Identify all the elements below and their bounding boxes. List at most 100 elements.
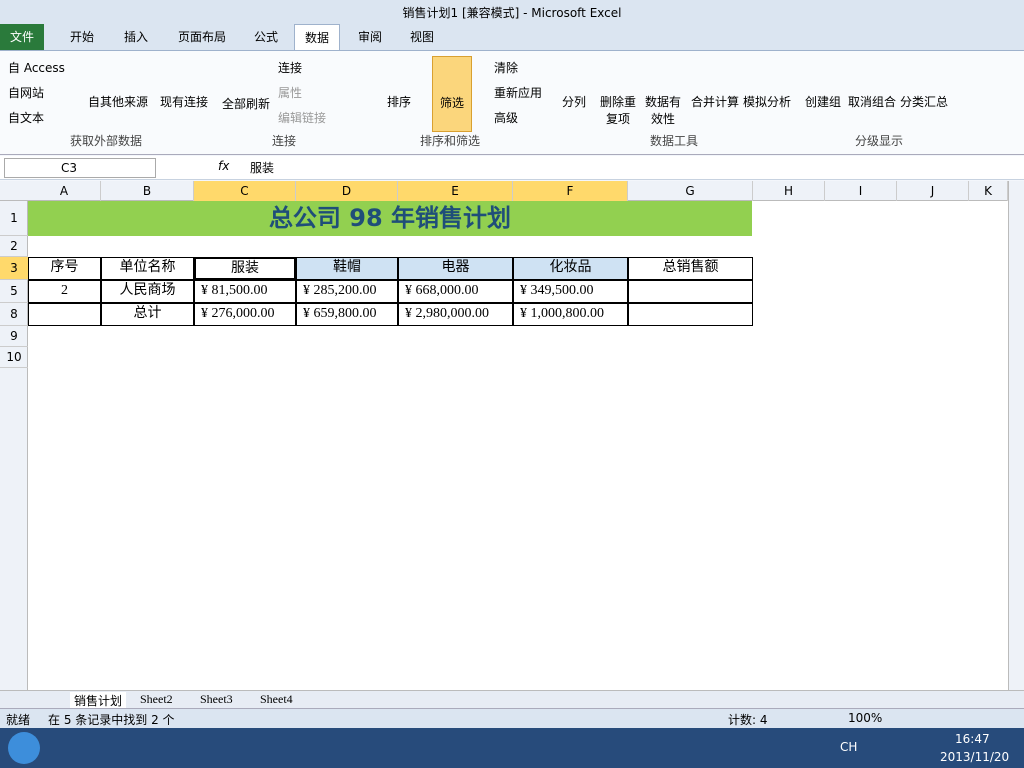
- row-headers: 1 2 3 5 8 9 10: [0, 201, 28, 690]
- clock-date[interactable]: 2013/11/20: [940, 750, 1009, 764]
- row-header[interactable]: 1: [0, 201, 28, 236]
- column-header[interactable]: I: [825, 181, 897, 201]
- data-cell[interactable]: ¥ 668,000.00: [398, 280, 513, 303]
- status-count: 计数: 4: [728, 713, 768, 727]
- tab-home[interactable]: 开始: [60, 24, 104, 50]
- data-cell[interactable]: [28, 303, 101, 326]
- formula-input[interactable]: 服装: [250, 159, 274, 176]
- data-validation-button[interactable]: 数据有效性: [641, 93, 685, 127]
- data-cell[interactable]: 总计: [101, 303, 194, 326]
- data-cell[interactable]: ¥ 81,500.00: [194, 280, 296, 303]
- connections-button[interactable]: 连接: [278, 59, 302, 76]
- row-header[interactable]: 5: [0, 280, 28, 303]
- ungroup-button[interactable]: 取消组合: [848, 93, 896, 110]
- start-button[interactable]: [8, 732, 40, 764]
- from-web-button[interactable]: 自网站: [8, 84, 44, 101]
- reapply-button[interactable]: 重新应用: [494, 84, 542, 101]
- header-cell[interactable]: 单位名称: [101, 257, 194, 280]
- tab-page-layout[interactable]: 页面布局: [168, 24, 236, 50]
- row-header[interactable]: 10: [0, 347, 28, 368]
- tab-view[interactable]: 视图: [400, 24, 444, 50]
- other-sources-button[interactable]: 自其他来源: [88, 93, 148, 110]
- zoom-level[interactable]: 100%: [848, 711, 882, 725]
- group-outline: 分级显示: [855, 134, 904, 148]
- group-data-tools: 数据工具: [650, 134, 699, 148]
- header-cell[interactable]: 鞋帽: [296, 257, 398, 280]
- data-cell[interactable]: ¥ 276,000.00: [194, 303, 296, 326]
- tab-data[interactable]: 数据: [294, 24, 341, 50]
- tab-formulas[interactable]: 公式: [244, 24, 288, 50]
- data-cell[interactable]: 人民商场: [101, 280, 194, 303]
- column-header[interactable]: J: [897, 181, 969, 201]
- advanced-button[interactable]: 高级: [494, 109, 518, 126]
- status-ready: 就绪: [6, 713, 31, 727]
- sheet-tab[interactable]: Sheet3: [200, 692, 233, 707]
- column-header[interactable]: H: [753, 181, 825, 201]
- row-header[interactable]: 3: [0, 257, 28, 280]
- subtotal-button[interactable]: 分类汇总: [900, 93, 948, 110]
- data-cell[interactable]: ¥ 659,800.00: [296, 303, 398, 326]
- taskbar: CH 16:47 2013/11/20: [0, 728, 1024, 768]
- header-cell[interactable]: 电器: [398, 257, 513, 280]
- worksheet-grid[interactable]: 总公司 98 年销售计划 序号 单位名称 服装 鞋帽 电器 化妆品 总销售额 2…: [28, 201, 1008, 690]
- header-cell[interactable]: 化妆品: [513, 257, 628, 280]
- tab-insert[interactable]: 插入: [114, 24, 158, 50]
- data-cell[interactable]: ¥ 285,200.00: [296, 280, 398, 303]
- header-cell[interactable]: 总销售额: [628, 257, 753, 280]
- group-button[interactable]: 创建组: [805, 93, 841, 110]
- properties-button[interactable]: 属性: [278, 84, 302, 101]
- column-header[interactable]: A: [28, 181, 101, 201]
- vertical-scrollbar[interactable]: [1008, 181, 1024, 690]
- sheet-tab[interactable]: Sheet2: [140, 692, 173, 707]
- data-cell[interactable]: 2: [28, 280, 101, 303]
- sort-button[interactable]: 排序: [387, 93, 411, 110]
- column-header[interactable]: C: [194, 181, 296, 201]
- data-cell[interactable]: ¥ 2,980,000.00: [398, 303, 513, 326]
- clock-time[interactable]: 16:47: [955, 732, 990, 746]
- row-header[interactable]: 9: [0, 326, 28, 347]
- data-cell[interactable]: ¥ 349,500.00: [513, 280, 628, 303]
- column-header[interactable]: G: [628, 181, 753, 201]
- window-title: 销售计划1 [兼容模式] - Microsoft Excel: [402, 6, 622, 20]
- tab-review[interactable]: 审阅: [348, 24, 392, 50]
- what-if-button[interactable]: 模拟分析: [743, 93, 791, 110]
- data-cell[interactable]: ¥ 1,000,800.00: [513, 303, 628, 326]
- formula-bar: C3 fx 服装: [0, 156, 1024, 180]
- group-sort-filter: 排序和筛选: [420, 134, 481, 148]
- header-cell[interactable]: 服装: [194, 257, 296, 280]
- filter-button[interactable]: 筛选: [432, 56, 472, 132]
- edit-links-button[interactable]: 编辑链接: [278, 109, 326, 126]
- existing-connections-button[interactable]: 现有连接: [160, 93, 208, 110]
- group-get-external: 获取外部数据: [70, 134, 143, 148]
- text-to-columns-button[interactable]: 分列: [562, 93, 586, 110]
- data-cell[interactable]: [628, 280, 753, 303]
- group-connections: 连接: [272, 134, 297, 148]
- column-header[interactable]: F: [513, 181, 628, 201]
- refresh-all-button[interactable]: 全部刷新: [222, 95, 270, 112]
- row-header[interactable]: 2: [0, 236, 28, 257]
- column-header[interactable]: K: [969, 181, 1008, 201]
- status-bar: 就绪 在 5 条记录中找到 2 个 计数: 4 100%: [0, 708, 1024, 728]
- data-cell[interactable]: [628, 303, 753, 326]
- header-cell[interactable]: 序号: [28, 257, 101, 280]
- ribbon: 自 Access 自网站 自文本 自其他来源 现有连接 获取外部数据 全部刷新 …: [0, 51, 1024, 155]
- insert-function-icon[interactable]: fx: [218, 159, 229, 173]
- remove-duplicates-button[interactable]: 删除重复项: [599, 93, 637, 127]
- sheet-tab[interactable]: Sheet4: [260, 692, 293, 707]
- from-access-button[interactable]: 自 Access: [8, 59, 65, 76]
- sheet-tabs: 销售计划 Sheet2 Sheet3 Sheet4: [0, 690, 1024, 709]
- consolidate-button[interactable]: 合并计算: [691, 93, 739, 110]
- column-header[interactable]: E: [398, 181, 513, 201]
- tab-file[interactable]: 文件: [0, 24, 45, 50]
- column-headers: A B C D E F G H I J K: [0, 181, 1008, 201]
- column-header[interactable]: D: [296, 181, 398, 201]
- from-text-button[interactable]: 自文本: [8, 109, 44, 126]
- row-header[interactable]: 8: [0, 303, 28, 326]
- sheet-title[interactable]: 总公司 98 年销售计划: [28, 201, 752, 236]
- clear-button[interactable]: 清除: [494, 59, 518, 76]
- sheet-tab[interactable]: 销售计划: [70, 692, 127, 709]
- column-header[interactable]: B: [101, 181, 194, 201]
- name-box[interactable]: C3: [4, 158, 156, 178]
- ribbon-tabs: 文件 开始 插入 页面布局 公式 数据 审阅 视图: [0, 24, 1024, 51]
- input-language[interactable]: CH: [840, 740, 857, 754]
